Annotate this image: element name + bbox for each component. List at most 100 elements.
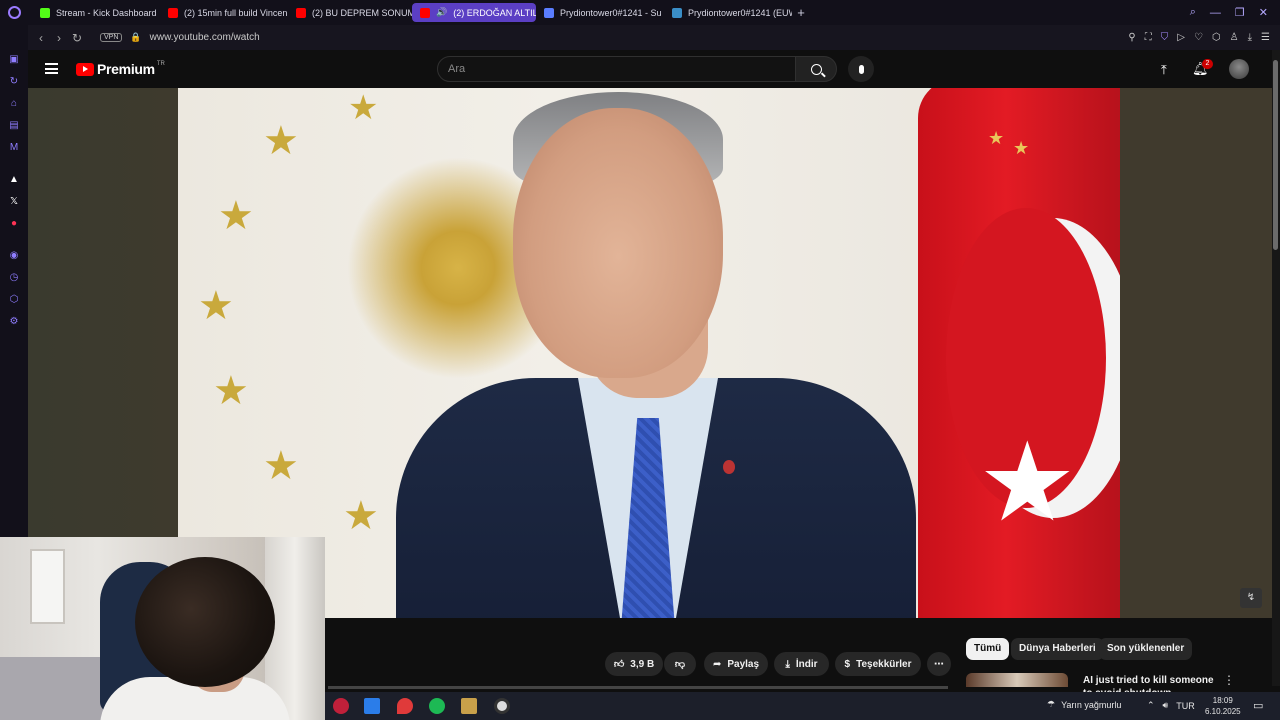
download-icon: ⤓ bbox=[785, 658, 790, 670]
like-count: 3,9 B bbox=[630, 658, 655, 670]
star-icon: ★ bbox=[348, 89, 379, 127]
league-of-legends-icon[interactable] bbox=[461, 698, 477, 714]
star-icon: ★ bbox=[1013, 138, 1030, 158]
kick-icon bbox=[40, 7, 50, 18]
bag-icon[interactable]: ⌂ bbox=[7, 97, 21, 111]
menu-icon[interactable]: ☰ bbox=[1261, 32, 1270, 43]
reload-icon[interactable]: ↻ bbox=[68, 31, 86, 45]
tab-label: (2) 15min full build Vincen bbox=[184, 7, 288, 18]
back-icon[interactable]: ‹ bbox=[32, 31, 50, 45]
recommendation-thumbnail[interactable] bbox=[966, 673, 1068, 687]
messenger-icon[interactable]: ▤ bbox=[7, 119, 21, 133]
more-actions-button[interactable]: ⋯ bbox=[927, 652, 951, 676]
thumbs-up-icon: 👍︎ bbox=[613, 659, 625, 670]
language-indicator[interactable]: TUR bbox=[1176, 701, 1195, 711]
tab-prydiontower-summary[interactable]: Prydiontower0#1241 - Su bbox=[536, 3, 664, 22]
x-icon[interactable]: 𝕏 bbox=[7, 195, 21, 209]
play-icon[interactable]: ▷ bbox=[1177, 32, 1185, 43]
logo-text: Premium bbox=[97, 61, 155, 77]
tab-prydiontower-euw[interactable]: Prydiontower0#1241 (EUW bbox=[664, 3, 792, 22]
dislike-button[interactable]: 👎︎ bbox=[664, 652, 696, 676]
tab-kick-dashboard[interactable]: Stream - Kick Dashboard bbox=[32, 3, 160, 22]
search-input[interactable]: Ara bbox=[437, 56, 796, 82]
player-icon[interactable]: ◉ bbox=[7, 249, 21, 263]
site-icon bbox=[672, 7, 682, 18]
share-button[interactable]: ➦ Paylaş bbox=[704, 652, 768, 676]
tab-youtube-build[interactable]: (2) 15min full build Vincen bbox=[160, 3, 288, 22]
scrollbar[interactable] bbox=[1272, 50, 1280, 686]
chevron-up-icon[interactable]: ⌃ bbox=[1147, 700, 1155, 711]
download-icon[interactable]: ⤓ bbox=[1248, 32, 1252, 43]
like-button[interactable]: 👍︎ 3,9 B bbox=[605, 652, 663, 676]
settings-icon[interactable]: ⚙ bbox=[7, 315, 21, 329]
weather-widget[interactable]: ☂ Yarın yağmurlu bbox=[1047, 699, 1121, 710]
spotify-icon[interactable] bbox=[429, 698, 445, 714]
search-button[interactable] bbox=[795, 56, 837, 82]
voice-search-button[interactable] bbox=[848, 56, 874, 82]
chip-recently-uploaded[interactable]: Son yüklenenler bbox=[1099, 638, 1193, 660]
address-bar: ‹ › ↻ VPN 🔒 www.youtube.com/watch ⚲ ⛶ ⛉ … bbox=[28, 25, 1280, 50]
notes-icon[interactable]: M bbox=[7, 141, 21, 155]
channel-watermark-icon[interactable]: ↯ bbox=[1240, 588, 1262, 608]
obs-icon[interactable] bbox=[494, 698, 510, 714]
thumbs-down-icon: 👎︎ bbox=[674, 659, 686, 670]
volume-icon[interactable]: 🔊︎ bbox=[1163, 700, 1169, 711]
vpn-badge[interactable]: VPN bbox=[100, 33, 123, 42]
opera-logo-icon[interactable] bbox=[0, 0, 28, 25]
super-thanks-icon: $ bbox=[844, 658, 851, 670]
hamburger-menu-icon[interactable] bbox=[45, 63, 58, 74]
extensions-icon[interactable]: ⬡ bbox=[1212, 32, 1221, 43]
tab-label: (2) BU DEPREM SONUM bbox=[312, 7, 412, 18]
youtube-icon bbox=[168, 7, 178, 18]
star-icon: ★ bbox=[218, 194, 254, 238]
lapel-pin bbox=[723, 460, 735, 474]
close-icon[interactable]: ✕ bbox=[1259, 6, 1268, 19]
tab-youtube-deprem[interactable]: (2) BU DEPREM SONUM bbox=[288, 3, 412, 22]
youtube-logo[interactable]: Premium TR bbox=[76, 61, 165, 77]
file-explorer-icon[interactable] bbox=[364, 698, 380, 714]
lock-icon[interactable]: 🔒 bbox=[130, 32, 141, 43]
thanks-label: Teşekkürler bbox=[856, 658, 912, 670]
extensions-icon[interactable]: ⬡ bbox=[7, 293, 21, 307]
star-icon: ★ bbox=[263, 444, 299, 488]
weather-text: Yarın yağmurlu bbox=[1061, 699, 1122, 710]
avatar[interactable] bbox=[1229, 59, 1249, 79]
new-tab-button[interactable]: + bbox=[792, 4, 810, 22]
url-field[interactable]: www.youtube.com/watch bbox=[150, 32, 260, 43]
profile-icon[interactable]: ♙ bbox=[1230, 32, 1239, 43]
aria-icon[interactable]: ▲ bbox=[7, 173, 21, 187]
shield-icon[interactable]: ⛉ bbox=[1161, 32, 1169, 43]
youtube-play-icon bbox=[76, 62, 94, 76]
chip-all[interactable]: Tümü bbox=[966, 638, 1010, 660]
clock[interactable]: 18:09 6.10.2025 bbox=[1205, 695, 1241, 717]
notification-center-icon[interactable]: ▭ bbox=[1253, 699, 1263, 712]
youtube-music-icon[interactable]: ● bbox=[7, 217, 21, 231]
opera-taskbar-icon[interactable] bbox=[333, 698, 349, 714]
window-controls: ⌕ — ❐ ✕ bbox=[1190, 0, 1268, 25]
history-icon[interactable]: ◷ bbox=[7, 271, 21, 285]
wallet-icon[interactable]: ▣ bbox=[7, 53, 21, 67]
umbrella-icon: ☂ bbox=[1047, 699, 1056, 709]
thanks-button[interactable]: $ Teşekkürler bbox=[835, 652, 921, 676]
refresh-icon[interactable]: ↻ bbox=[7, 75, 21, 89]
maps-pin-icon[interactable] bbox=[397, 698, 413, 714]
download-button[interactable]: ⤓ İndir bbox=[774, 652, 829, 676]
chip-world-news[interactable]: Dünya Haberleri bbox=[1011, 638, 1104, 660]
forward-icon[interactable]: › bbox=[50, 31, 68, 45]
pin-icon[interactable]: ⚲ bbox=[1128, 32, 1135, 43]
heart-icon[interactable]: ♡ bbox=[1194, 32, 1203, 43]
scrollbar-thumb[interactable] bbox=[1273, 60, 1278, 250]
restore-icon[interactable]: ❐ bbox=[1235, 6, 1245, 19]
star-icon: ★ bbox=[213, 369, 249, 413]
head bbox=[513, 108, 723, 378]
speaker-icon[interactable]: 🔊 bbox=[436, 7, 447, 18]
youtube-icon bbox=[420, 7, 430, 18]
search-tabs-icon[interactable]: ⌕ bbox=[1190, 6, 1196, 19]
more-vert-icon[interactable]: ⋮ bbox=[1223, 673, 1235, 687]
clock-date: 6.10.2025 bbox=[1205, 707, 1241, 716]
minimize-icon[interactable]: — bbox=[1210, 7, 1221, 19]
snapshot-icon[interactable]: ⛶ bbox=[1145, 32, 1152, 43]
tab-youtube-erdogan[interactable]: 🔊 (2) ERDOĞAN ALTILI bbox=[412, 3, 536, 22]
upload-icon[interactable]: ⤒ bbox=[1161, 62, 1167, 78]
clock-time: 18:09 bbox=[1212, 696, 1233, 705]
